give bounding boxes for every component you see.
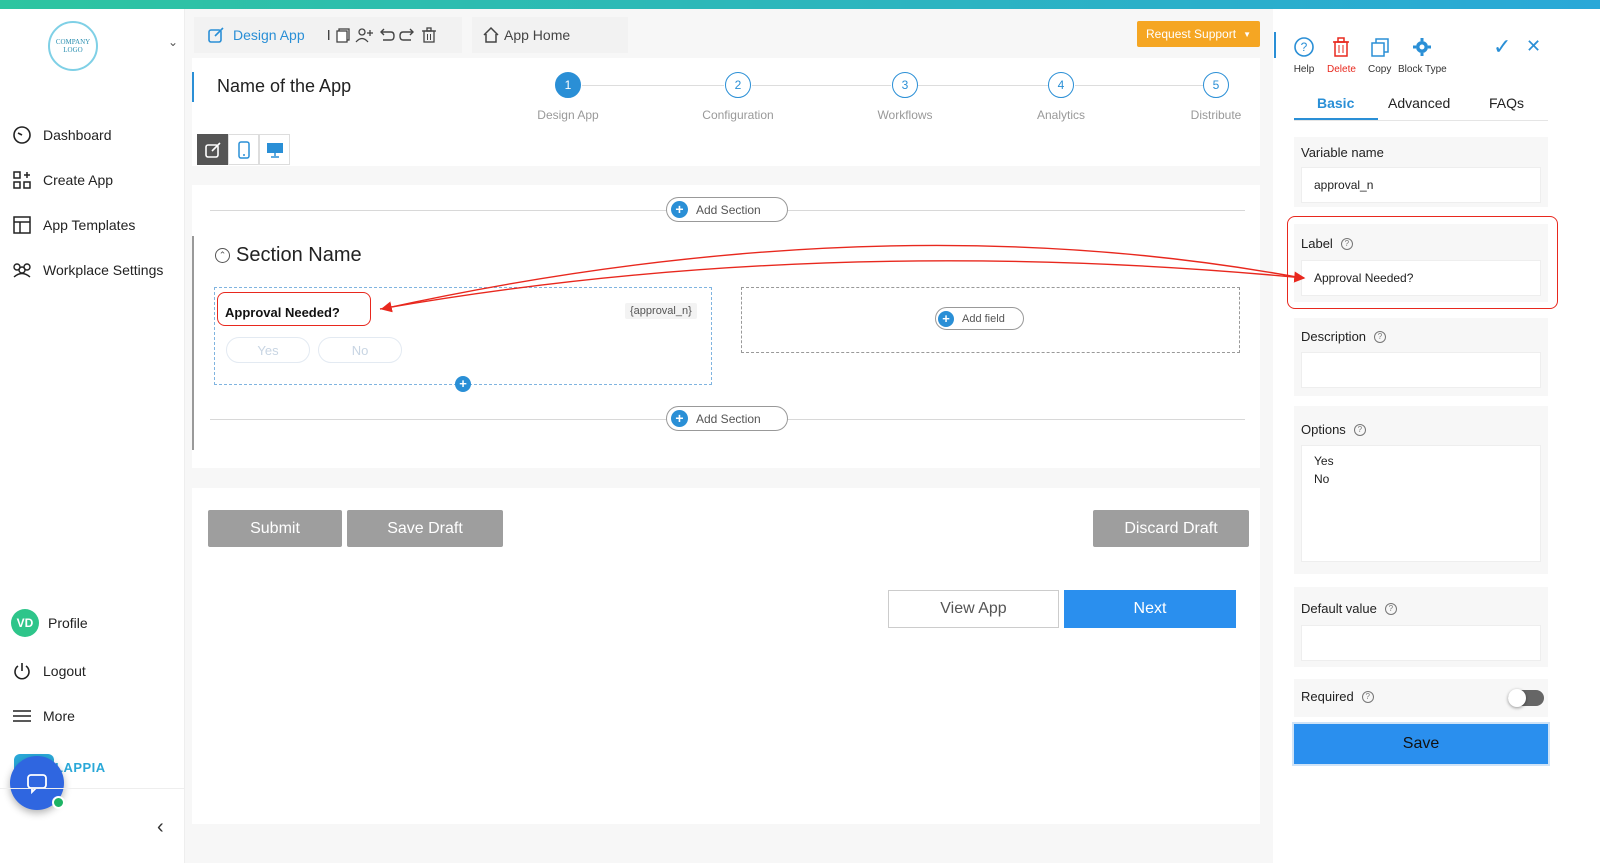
annotation-arrows bbox=[379, 244, 1306, 313]
